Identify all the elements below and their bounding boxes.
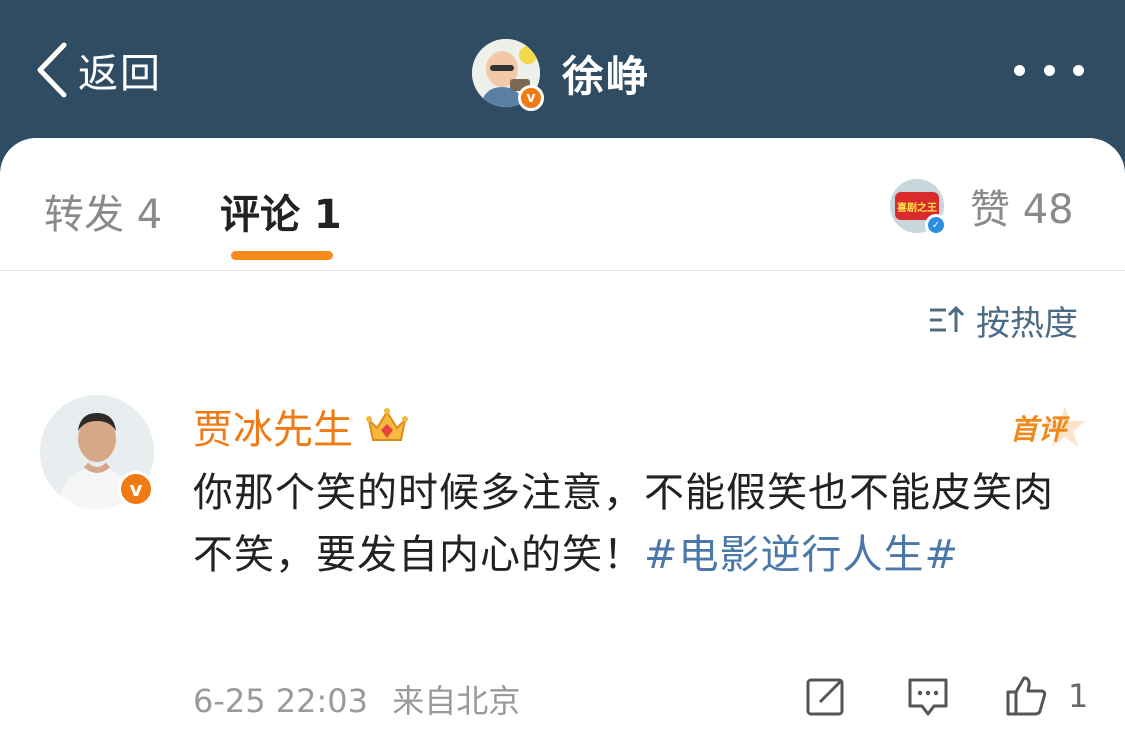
dot-icon <box>1073 64 1084 76</box>
profile-name[interactable]: 徐峥 <box>562 43 650 104</box>
share-button[interactable] <box>804 674 848 718</box>
tab-reposts[interactable]: 转发 4 <box>44 182 162 240</box>
profile-header[interactable]: v 徐峥 <box>472 38 650 111</box>
back-button[interactable]: 返回 <box>34 40 162 100</box>
sort-label: 按热度 <box>976 303 1078 344</box>
comment-author-name[interactable]: 贾冰先生 <box>193 397 353 455</box>
reply-button[interactable] <box>906 674 950 718</box>
thumbs-up-icon <box>1006 676 1047 716</box>
comment-author: 贾冰先生 <box>193 402 409 453</box>
profile-avatar[interactable]: v <box>472 39 544 111</box>
likes-count-label: 赞 48 <box>970 187 1074 233</box>
like-count: 1 <box>1068 677 1089 715</box>
verified-orange-badge-icon: v <box>118 471 154 507</box>
active-tab-indicator <box>231 251 333 260</box>
sort-by-hot-button[interactable]: 按热度 <box>928 298 1078 344</box>
sort-icon <box>930 305 964 332</box>
comments-card: 转发 4 评论 1 喜剧之王 ✓ 赞 48 按热度 v 贾冰先生 首评 你那个笑… <box>0 138 1125 741</box>
hashtag-link[interactable]: #电影逆行人生# <box>644 532 959 578</box>
top-navigation-bar: 返回 v 徐峥 <box>0 0 1125 140</box>
liker-avatar[interactable]: 喜剧之王 ✓ <box>890 179 947 236</box>
tab-likes[interactable]: 喜剧之王 ✓ 赞 48 <box>890 178 1074 236</box>
first-comment-label: 首评 <box>1010 413 1067 446</box>
first-comment-badge: 首评 <box>1008 404 1088 450</box>
comment-time: 6-25 22:03 <box>193 682 369 720</box>
crown-icon <box>366 408 408 441</box>
dot-icon <box>1014 64 1025 76</box>
tab-bar: 转发 4 评论 1 喜剧之王 ✓ 赞 48 <box>0 138 1125 271</box>
comment-source: 来自北京 <box>392 682 521 720</box>
like-button[interactable]: 1 <box>1004 674 1088 718</box>
more-options-button[interactable] <box>1014 58 1084 82</box>
verified-blue-badge-icon: ✓ <box>925 214 947 236</box>
tab-comments[interactable]: 评论 1 <box>220 182 342 240</box>
back-label: 返回 <box>78 51 162 97</box>
dot-icon <box>1043 64 1055 76</box>
comment-bubble-icon <box>908 678 948 716</box>
chevron-left-icon <box>37 42 67 98</box>
comment-meta: 6-25 22:03 来自北京 <box>193 676 520 722</box>
comment-author-avatar[interactable]: v <box>40 395 154 509</box>
verified-orange-badge-icon: v <box>518 85 544 111</box>
share-edit-icon <box>806 678 844 716</box>
comment-body: 你那个笑的时候多注意，不能假笑也不能皮笑肉不笑，要发自内心的笑！#电影逆行人生# <box>193 462 1073 586</box>
